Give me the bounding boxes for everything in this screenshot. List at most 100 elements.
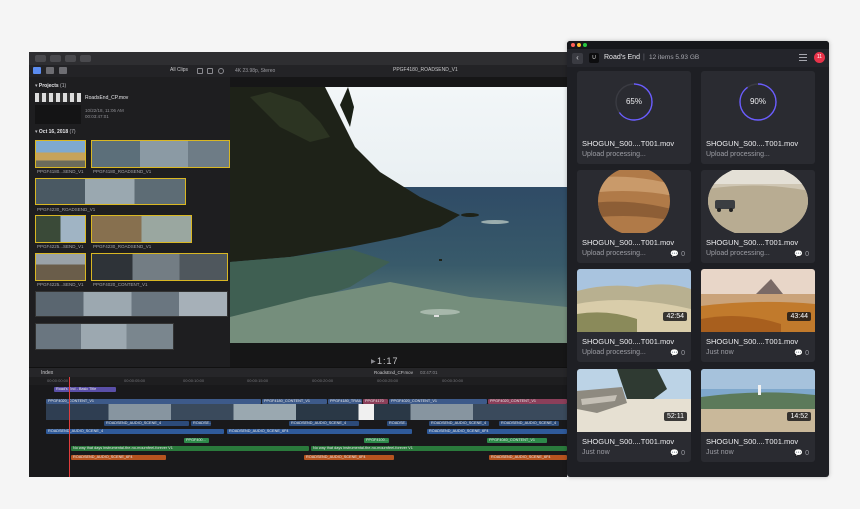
clip-label: PPGF4020_CONTENT_V1 (93, 282, 148, 287)
clip-thumbnail[interactable] (35, 178, 186, 205)
sub-clip[interactable]: ROADSEND_AUDIO_SCENE_4 (104, 421, 189, 426)
titles-icon[interactable] (59, 67, 67, 74)
project-filmstrip[interactable] (35, 93, 81, 102)
viewer-pane (230, 77, 567, 367)
clip-thumbnail[interactable] (35, 140, 86, 168)
projects-label: Projects (38, 83, 59, 89)
menu-icon[interactable] (799, 54, 807, 61)
audio-clip[interactable]: ROADSEND_AUDIO_SCENE_6F4 (227, 429, 412, 434)
project-name[interactable]: RoadsEnd_CP.mov (85, 95, 128, 101)
clip-thumbnail[interactable] (35, 323, 174, 350)
disclosure-icon[interactable]: ▾ (35, 129, 38, 135)
primary-storyline-thumbnails[interactable] (46, 404, 567, 420)
comment-number: 0 (681, 350, 685, 357)
timecode-display: 1:17 (377, 356, 399, 366)
sfx-clip[interactable]: ROADSEND_AUDIO_SCENE_6F4 (71, 455, 166, 460)
timeline-project-name: RoadsEnd_CP.mov (374, 370, 413, 375)
card-status: Upload processing... (582, 250, 646, 257)
share-button[interactable] (80, 55, 91, 62)
audio-clip[interactable]: ROADSEND_AUDIO_SCENE_4 (46, 429, 224, 434)
connected-clip[interactable]: PPGF4040_CONTENT_V1 (487, 438, 547, 443)
sub-clip[interactable]: ROADSE... (387, 421, 407, 426)
timeline-tracks[interactable]: Road's End - Basic Title PPGF4020_CONTEN… (29, 385, 567, 477)
card-filename: SHOGUN_S00....T001.mov (706, 238, 799, 247)
card-filename: SHOGUN_S00....T001.mov (582, 337, 675, 346)
keyword-button[interactable] (50, 55, 61, 62)
index-button[interactable]: Index (41, 370, 53, 376)
clip-thumbnail[interactable] (91, 253, 228, 281)
import-button[interactable] (35, 55, 46, 62)
card-filename: SHOGUN_S00....T001.mov (706, 437, 799, 446)
clip-thumbnail[interactable] (35, 215, 86, 243)
media-card[interactable]: 14:52 SHOGUN_S00....T001.mov Just now 💬 … (701, 369, 815, 462)
clip-thumbnail[interactable] (35, 291, 228, 317)
comment-count[interactable]: 💬 0 (794, 349, 809, 357)
comment-icon: 💬 (670, 450, 680, 457)
coastline-image (230, 87, 567, 343)
playhead[interactable] (69, 377, 70, 477)
media-card[interactable]: 43:44 SHOGUN_S00....T001.mov Just now 💬 … (701, 269, 815, 362)
disclosure-icon[interactable]: ▾ (35, 83, 38, 89)
back-button[interactable]: ‹ (572, 53, 583, 64)
media-card[interactable]: 42:54 SHOGUN_S00....T001.mov Upload proc… (577, 269, 691, 362)
sub-clip[interactable]: ROADSEND_AUDIO_SCENE_4 (429, 421, 489, 426)
clip-label: PPGF4225...SEND_V1 (37, 282, 84, 287)
photos-icon[interactable] (46, 67, 54, 74)
comment-number: 0 (805, 350, 809, 357)
title-clip[interactable]: Road's End - Basic Title (54, 387, 116, 392)
sub-clip[interactable]: ROADSEND_AUDIO_SCENE_4 (289, 421, 359, 426)
notification-badge[interactable]: 11 (814, 52, 825, 63)
clip-thumbnail[interactable] (35, 253, 86, 281)
event-count: (7) (69, 129, 76, 135)
fcp-window: All Clips 4K 23.98p, Stereo PPGF4180_ROA… (29, 52, 567, 477)
window-titlebar (567, 41, 829, 49)
comment-icon: 💬 (794, 350, 804, 357)
viewer-frame[interactable] (230, 87, 567, 343)
card-thumbnail: 65% (577, 71, 691, 134)
search-icon[interactable] (218, 68, 224, 74)
sfx-clip[interactable]: ROADSEND_AUDIO_SCENE_6F4 (489, 455, 567, 460)
music-clip[interactable]: No way that days instrumental-the-no-mou… (71, 446, 309, 451)
duration-badge: 52:11 (664, 412, 687, 421)
projects-section-header[interactable]: ▾ Projects (1) (35, 83, 66, 89)
sub-clip[interactable]: ROADSEND_AUDIO_SCENE_4 (499, 421, 559, 426)
comment-count[interactable]: 💬 0 (670, 449, 685, 457)
comment-count[interactable]: 💬 0 (670, 349, 685, 357)
comment-count[interactable]: 💬 0 (794, 449, 809, 457)
duration-badge: 42:54 (663, 312, 687, 321)
connected-clip[interactable]: PPGF400... (184, 438, 209, 443)
media-card[interactable]: SHOGUN_S00....T001.mov Upload processing… (701, 170, 815, 263)
background-tasks-button[interactable] (65, 55, 76, 62)
clip-thumbnail[interactable] (91, 215, 192, 243)
music-clip[interactable]: No way that days instrumental-the-no-mou… (311, 446, 567, 451)
card-thumbnail: 90% (701, 71, 815, 134)
clip-filter-dropdown[interactable]: All Clips (170, 67, 188, 73)
progress-percent: 90% (749, 97, 766, 106)
sort-icon[interactable] (207, 68, 213, 74)
fcp-toolbar (29, 52, 567, 65)
connected-clip[interactable]: PPGF4100... (364, 438, 389, 443)
clip-appearance-icon[interactable] (197, 68, 203, 74)
media-card[interactable]: 65% SHOGUN_S00....T001.mov Upload proces… (577, 71, 691, 164)
comment-count[interactable]: 💬 0 (794, 250, 809, 258)
close-window-button[interactable] (571, 43, 575, 47)
event-section-header[interactable]: ▾ Oct 16, 2018 (7) (35, 129, 76, 135)
comment-number: 0 (681, 450, 685, 457)
timeline-ruler[interactable]: 00:00:00:00 00:00:05:00 00:00:10:00 00:0… (29, 377, 567, 385)
minimize-window-button[interactable] (577, 43, 581, 47)
libraries-icon[interactable] (33, 67, 41, 74)
sub-clip[interactable]: ROADSE... (191, 421, 211, 426)
audio-clip[interactable]: ROADSEND_AUDIO_SCENE_6F4 (427, 429, 567, 434)
zoom-window-button[interactable] (583, 43, 587, 47)
media-card[interactable]: SHOGUN_S00....T001.mov Upload processing… (577, 170, 691, 263)
comment-count[interactable]: 💬 0 (670, 250, 685, 258)
device-icon: U (589, 53, 599, 63)
media-card[interactable]: 90% SHOGUN_S00....T001.mov Upload proces… (701, 71, 815, 164)
clip-thumbnail[interactable] (91, 140, 230, 168)
clip-label: PPGF4180...SEND_V1 (37, 169, 84, 174)
ruler-tick: 00:00:15:00 (247, 378, 269, 383)
play-icon[interactable]: ▶ (371, 358, 376, 365)
project-thumbnail[interactable] (35, 105, 81, 124)
media-card[interactable]: 52:11 SHOGUN_S00....T001.mov Just now 💬 … (577, 369, 691, 462)
sfx-clip[interactable]: ROADSEND_AUDIO_SCENE_6F4 (304, 455, 394, 460)
